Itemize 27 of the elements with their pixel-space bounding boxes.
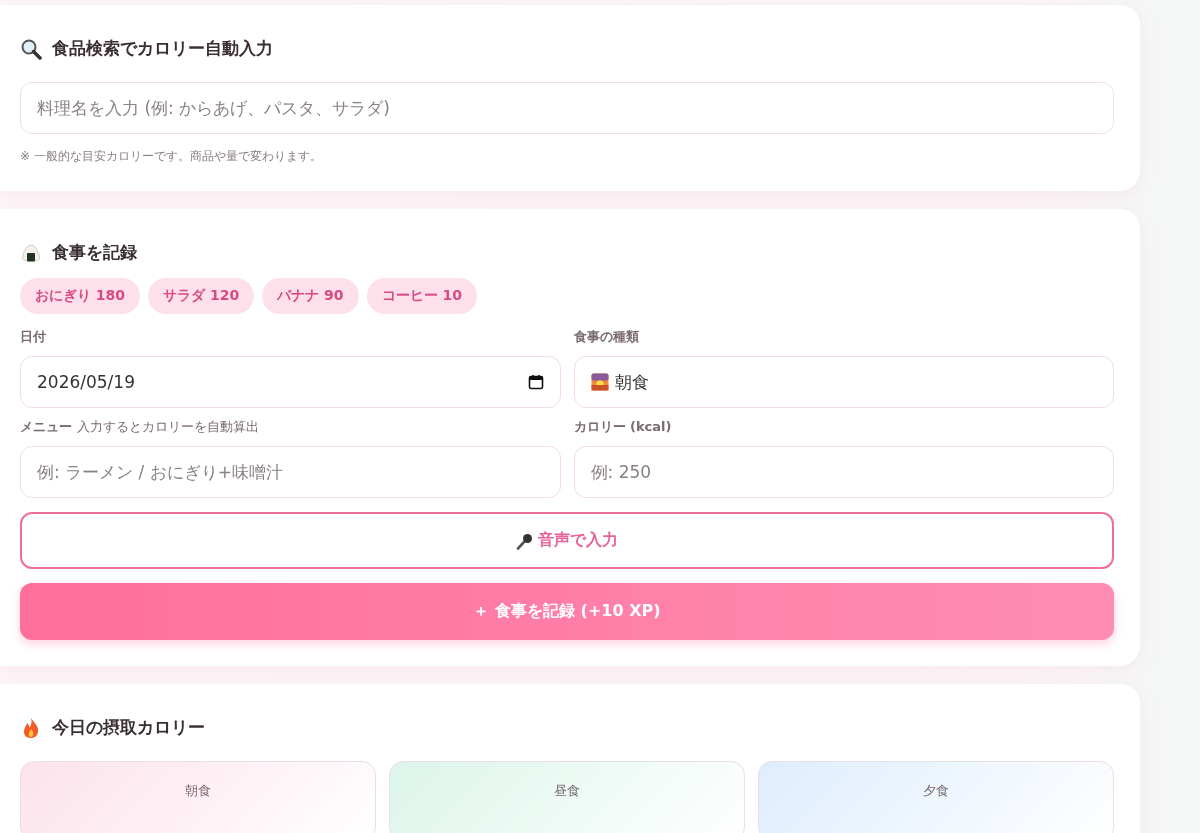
record-meal-button[interactable]: ＋ 食事を記録 (+10 XP) [20,583,1114,640]
meal-type-select[interactable]: 朝食 [573,356,1114,408]
field-label: 食事の種類 [573,328,640,346]
field-hint: 入力するとカロリーを自動算出 [77,418,259,436]
microphone-icon [516,531,534,550]
preset-chip[interactable]: おにぎり 180 [20,278,141,314]
card-title: 食事を記録 [52,241,137,264]
sunrise-icon [590,373,609,391]
preset-chip[interactable]: バナナ 90 [262,278,359,314]
card-title: 今日の摂取カロリー [52,716,205,739]
calendar-icon [527,374,544,390]
menu-field[interactable]: 例: ラーメン / おにぎり+味噌汁 [20,446,561,498]
preset-chip[interactable]: コーヒー 10 [366,278,477,314]
calorie-field[interactable]: 例: 250 [573,446,1114,498]
card-title: 食品検索でカロリー自動入力 [52,37,273,60]
voice-input-button[interactable]: 音声で入力 [20,512,1114,569]
field-label: メニュー [20,418,72,436]
note-text: ※ 一般的な目安カロリーです。商品や量で変わります。 [20,148,323,165]
preset-chip[interactable]: サラダ 120 [148,278,255,314]
date-field[interactable]: 2026/05/19 [20,356,561,408]
meal-label: 昼食 [554,782,580,798]
magnifier-icon [20,37,42,60]
field-label: 日付 [20,328,47,346]
food-search-field[interactable]: 料理名を入力 (例: からあげ、パスタ、サラダ) [20,82,1114,134]
meal-label: 朝食 [185,782,211,798]
field-label: カロリー (kcal) [573,418,673,436]
meal-label: 夕食 [923,782,949,798]
